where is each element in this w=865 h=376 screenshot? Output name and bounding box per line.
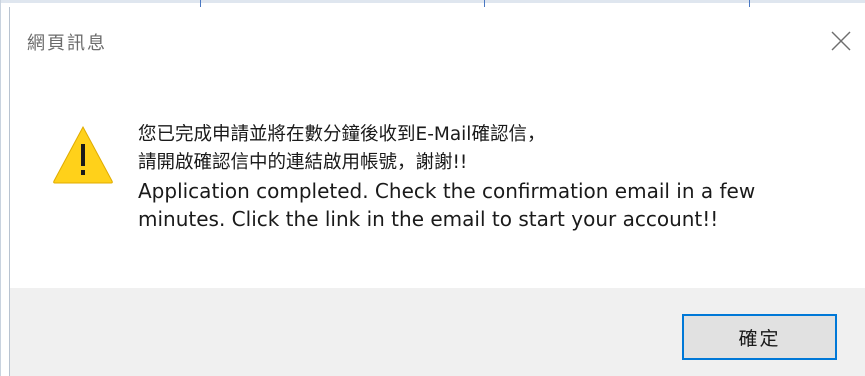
warning-icon xyxy=(53,125,113,184)
dialog-titlebar: 網頁訊息 xyxy=(10,7,865,69)
background-page-edge xyxy=(0,0,865,3)
close-icon xyxy=(831,31,851,51)
message-dialog: 網頁訊息 您已完成申請並將在數分鐘後收到E-Mail確認信， 請開啟確認信中的連… xyxy=(9,7,865,376)
dialog-title: 網頁訊息 xyxy=(27,33,107,54)
message-line-zh-1: 您已完成申請並將在數分鐘後收到E-Mail確認信， xyxy=(138,124,546,145)
background-border xyxy=(0,0,1,376)
message-line-en-2: minutes. Click the link in the email to … xyxy=(138,207,719,231)
message-line-en-1: Application completed. Check the confirm… xyxy=(138,179,756,203)
close-button[interactable] xyxy=(825,25,857,57)
ok-button[interactable]: 確定 xyxy=(682,314,837,360)
message-line-zh-2: 請開啟確認信中的連結啟用帳號，謝謝!! xyxy=(138,152,468,173)
dialog-content: 您已完成申請並將在數分鐘後收到E-Mail確認信， 請開啟確認信中的連結啟用帳號… xyxy=(10,69,865,288)
dialog-footer: 確定 xyxy=(10,288,865,376)
screen: 網頁訊息 您已完成申請並將在數分鐘後收到E-Mail確認信， 請開啟確認信中的連… xyxy=(0,0,865,376)
dialog-message: 您已完成申請並將在數分鐘後收到E-Mail確認信， 請開啟確認信中的連結啟用帳號… xyxy=(138,121,838,233)
ok-button-label: 確定 xyxy=(738,327,781,350)
